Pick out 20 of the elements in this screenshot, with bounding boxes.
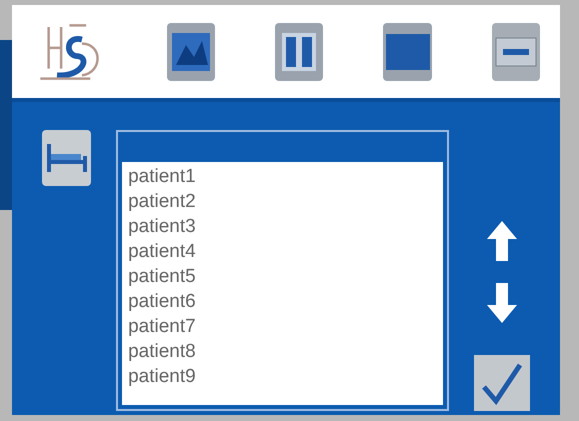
picture-icon: [170, 30, 212, 72]
patient-item[interactable]: patient5: [128, 264, 443, 289]
patient-item[interactable]: patient3: [128, 214, 443, 239]
screen-icon: [384, 32, 431, 70]
toolbar-icon-button[interactable]: [166, 22, 216, 80]
patient-item[interactable]: patient1: [128, 164, 443, 189]
check-icon: [480, 361, 524, 405]
confirm-button[interactable]: [474, 355, 530, 411]
toolbar-icon-button[interactable]: [275, 22, 324, 80]
exit-icon: [494, 36, 537, 66]
patient-item[interactable]: patient6: [128, 289, 443, 314]
exit-icon-button[interactable]: [492, 22, 540, 80]
patient-item[interactable]: patient9: [128, 364, 443, 389]
patient-item[interactable]: patient8: [128, 339, 443, 364]
bed-icon-button[interactable]: [42, 130, 92, 186]
patient-item[interactable]: patient2: [128, 189, 443, 214]
patient-item[interactable]: patient4: [128, 239, 443, 264]
patient-item[interactable]: patient7: [128, 314, 443, 339]
down-arrow-icon[interactable]: [485, 281, 519, 325]
up-arrow-icon[interactable]: [485, 219, 519, 263]
